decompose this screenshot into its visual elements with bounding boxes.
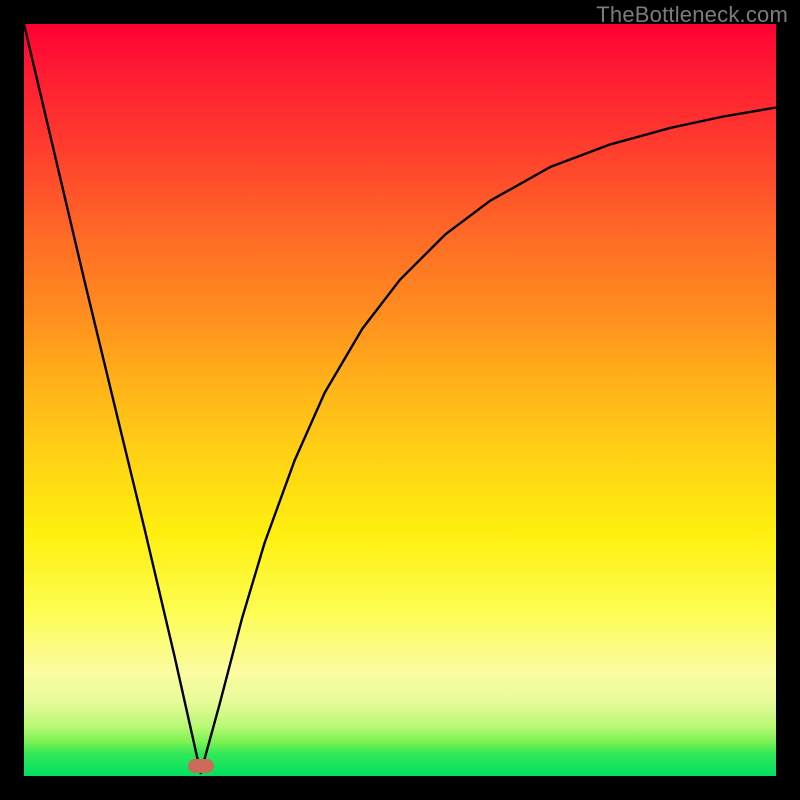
chart-frame: TheBottleneck.com (0, 0, 800, 800)
plot-area (24, 24, 776, 776)
curve-path (24, 24, 776, 773)
bottleneck-curve (24, 24, 776, 776)
min-marker (188, 759, 214, 773)
watermark-text: TheBottleneck.com (596, 2, 788, 28)
